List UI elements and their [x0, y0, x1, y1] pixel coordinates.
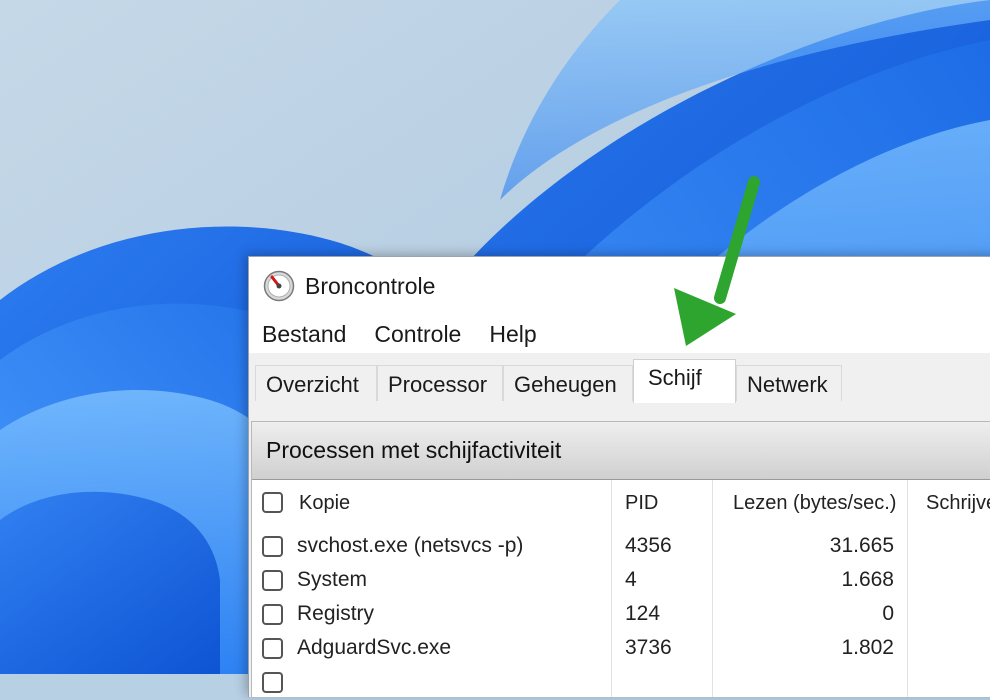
table-row[interactable]: System 4 1.668	[252, 564, 990, 598]
row-checkbox[interactable]	[262, 570, 283, 591]
table-row[interactable]	[252, 666, 990, 700]
select-all-checkbox[interactable]	[262, 492, 283, 513]
annotation-arrow-icon	[674, 176, 760, 346]
table-row[interactable]: Registry 124 0	[252, 598, 990, 632]
row-checkbox[interactable]	[262, 638, 283, 659]
annotation-arrow-shaft	[714, 176, 760, 304]
title-bar[interactable]: Broncontrole	[249, 257, 990, 315]
read-bytes: 1.802	[841, 636, 894, 659]
menu-help[interactable]: Help	[489, 321, 536, 348]
read-bytes: 31.665	[829, 534, 894, 557]
tab-overzicht[interactable]: Overzicht	[255, 365, 377, 401]
read-bytes: 1.668	[841, 568, 894, 591]
annotation-arrow-head	[674, 288, 736, 346]
process-pid: 124	[625, 602, 661, 625]
menu-controle[interactable]: Controle	[374, 321, 461, 348]
process-pid: 4	[625, 568, 637, 591]
process-table: Kopie PID Lezen (bytes/sec.) Schrijve sv…	[252, 480, 990, 697]
process-name: System	[297, 568, 368, 591]
process-name: Registry	[297, 602, 375, 625]
row-checkbox[interactable]	[262, 536, 283, 557]
table-row[interactable]: AdguardSvc.exe 3736 1.802	[252, 632, 990, 666]
tab-strip: Overzicht Processor Geheugen Schijf Netw…	[249, 353, 990, 407]
process-name: svchost.exe (netsvcs -p)	[297, 534, 524, 557]
tab-schijf[interactable]: Schijf	[633, 359, 736, 403]
resource-monitor-window: Broncontrole Bestand Controle Help Overz…	[248, 256, 990, 697]
window-title: Broncontrole	[305, 273, 436, 299]
disk-panel: Processen met schijfactiviteit Kopie PID…	[251, 421, 990, 697]
row-checkbox[interactable]	[262, 672, 283, 693]
column-header-schrijven[interactable]: Schrijve	[926, 492, 990, 515]
menu-bar: Bestand Controle Help	[249, 315, 990, 353]
row-checkbox[interactable]	[262, 604, 283, 625]
tab-netwerk[interactable]: Netwerk	[736, 365, 842, 401]
process-pid: 4356	[625, 534, 672, 557]
resource-monitor-icon	[263, 270, 295, 302]
table-row[interactable]: svchost.exe (netsvcs -p) 4356 31.665	[252, 530, 990, 564]
column-header-kopie[interactable]: Kopie	[299, 492, 350, 515]
section-header-disk-activity[interactable]: Processen met schijfactiviteit	[252, 422, 990, 480]
tab-geheugen[interactable]: Geheugen	[503, 365, 633, 401]
process-name: AdguardSvc.exe	[297, 636, 452, 659]
menu-bestand[interactable]: Bestand	[262, 321, 346, 348]
column-header-lezen[interactable]: Lezen (bytes/sec.)	[733, 492, 896, 515]
tab-processor[interactable]: Processor	[377, 365, 503, 401]
section-title: Processen met schijfactiviteit	[266, 437, 562, 463]
read-bytes: 0	[882, 602, 894, 625]
process-pid: 3736	[625, 636, 672, 659]
column-header-pid[interactable]: PID	[625, 492, 658, 515]
